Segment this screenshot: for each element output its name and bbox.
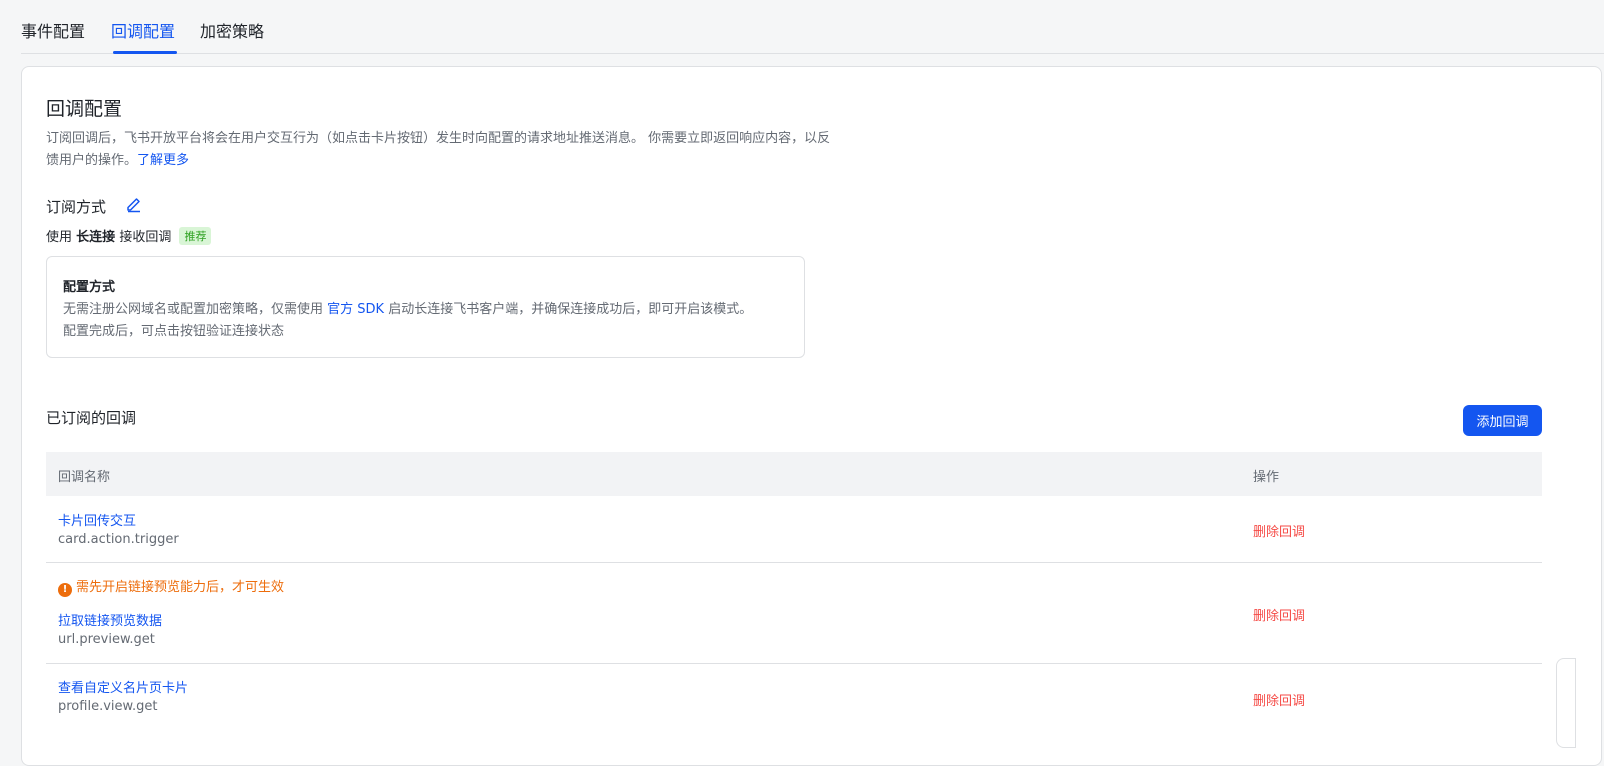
table-row: 查看自定义名片页卡片 profile.view.get 删除回调 bbox=[46, 664, 1542, 734]
page-description: 订阅回调后，飞书开放平台将会在用户交互行为（如点击卡片按钮）发生时向配置的请求地… bbox=[46, 128, 836, 172]
config-text-after: 启动长连接飞书客户端，并确保连接成功后，即可开启该模式。 bbox=[388, 302, 753, 317]
callback-name-link[interactable]: 查看自定义名片页卡片 bbox=[58, 677, 188, 696]
config-method-box: 配置方式 无需注册公网域名或配置加密策略，仅需使用 官方 SDK 启动长连接飞书… bbox=[46, 256, 805, 358]
warning-text: 需先开启链接预览能力后，才可生效 bbox=[76, 580, 285, 595]
column-header-action: 操作 bbox=[1253, 470, 1280, 485]
subscription-mode-title: 订阅方式 bbox=[46, 198, 107, 216]
page-title: 回调配置 bbox=[46, 98, 123, 120]
table-row: ! 需先开启链接预览能力后，才可生效 拉取链接预览数据 url.preview.g… bbox=[46, 563, 1542, 664]
active-tab-indicator bbox=[113, 51, 177, 54]
callback-name-link[interactable]: 拉取链接预览数据 bbox=[58, 610, 162, 629]
subscription-mode-line: 使用 长连接 接收回调 推荐 bbox=[46, 226, 212, 245]
table-header: 回调名称 操作 bbox=[46, 452, 1542, 496]
pencil-icon[interactable] bbox=[125, 195, 143, 213]
subscribed-callbacks-title: 已订阅的回调 bbox=[46, 409, 137, 427]
callback-config-card: 回调配置 订阅回调后，飞书开放平台将会在用户交互行为（如点击卡片按钮）发生时向配… bbox=[21, 66, 1602, 766]
tab-event-config[interactable]: 事件配置 bbox=[21, 18, 85, 42]
recommended-badge: 推荐 bbox=[179, 227, 212, 245]
delete-callback-button[interactable]: 删除回调 bbox=[1253, 521, 1305, 540]
callback-key: card.action.trigger bbox=[58, 532, 179, 547]
callback-key: profile.view.get bbox=[58, 699, 158, 714]
delete-callback-button[interactable]: 删除回调 bbox=[1253, 605, 1305, 624]
config-method-title: 配置方式 bbox=[63, 280, 116, 295]
warning-icon: ! bbox=[58, 583, 72, 597]
config-text-before: 无需注册公网域名或配置加密策略，仅需使用 bbox=[63, 302, 324, 317]
callback-name-link[interactable]: 卡片回传交互 bbox=[58, 510, 136, 529]
tab-encryption-policy[interactable]: 加密策略 bbox=[200, 18, 264, 42]
column-header-name: 回调名称 bbox=[58, 470, 111, 485]
mode-prefix: 使用 bbox=[46, 230, 73, 245]
add-callback-button[interactable]: 添加回调 bbox=[1463, 405, 1542, 436]
official-sdk-link[interactable]: 官方 SDK bbox=[327, 302, 384, 317]
learn-more-link[interactable]: 了解更多 bbox=[137, 153, 189, 168]
mode-suffix: 接收回调 bbox=[119, 230, 172, 245]
tab-callback-config[interactable]: 回调配置 bbox=[111, 18, 175, 42]
mode-name: 长连接 bbox=[76, 230, 116, 245]
tab-bar: 事件配置 回调配置 加密策略 bbox=[21, 0, 1604, 54]
table-row: 卡片回传交互 card.action.trigger 删除回调 bbox=[46, 496, 1542, 563]
side-panel-handle[interactable] bbox=[1556, 658, 1576, 748]
config-method-text: 无需注册公网域名或配置加密策略，仅需使用 官方 SDK 启动长连接飞书客户端，并… bbox=[63, 299, 803, 343]
config-text-line2: 配置完成后，可点击按钮验证连接状态 bbox=[63, 324, 285, 339]
callback-key: url.preview.get bbox=[58, 632, 155, 647]
delete-callback-button[interactable]: 删除回调 bbox=[1253, 690, 1305, 709]
warning-message: ! 需先开启链接预览能力后，才可生效 bbox=[58, 576, 284, 597]
